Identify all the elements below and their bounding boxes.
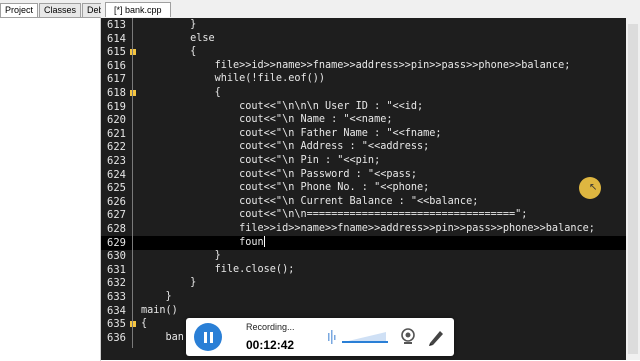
- code-line[interactable]: 613 }: [101, 18, 626, 32]
- code-line[interactable]: 627 cout<<"\n\n=========================…: [101, 208, 626, 222]
- tab-classes[interactable]: Classes: [39, 3, 82, 17]
- screen-recorder-widget: Recording... 00:12:42: [186, 318, 454, 356]
- line-number: 628: [107, 223, 126, 235]
- line-number: 634: [107, 304, 126, 317]
- code-line[interactable]: 615 {: [101, 45, 626, 59]
- line-number: 617: [107, 73, 126, 86]
- line-number: 613: [107, 19, 126, 31]
- code-line[interactable]: 619 cout<<"\n\n\n User ID : "<<id;: [101, 100, 626, 114]
- text-caret: [263, 235, 265, 247]
- line-number: 633: [107, 291, 126, 303]
- code-text: }: [141, 291, 172, 302]
- code-text: file.close();: [141, 263, 295, 275]
- code-line[interactable]: 622 cout<<"\n Address : "<<address;: [101, 140, 626, 154]
- code-line[interactable]: 614 else: [101, 32, 626, 46]
- line-number: 635: [107, 318, 126, 331]
- code-text: ban: [141, 331, 184, 343]
- recording-status: Recording...: [246, 322, 295, 332]
- line-number: 622: [107, 141, 126, 154]
- line-number: 616: [107, 59, 126, 72]
- fold-marker-icon[interactable]: [130, 90, 136, 96]
- code-text: file>>id>>name>>fname>>address>>pin>>pas…: [141, 223, 595, 234]
- code-text: cout<<"\n Name : "<<name;: [141, 114, 393, 126]
- line-number: 614: [107, 32, 126, 45]
- code-line[interactable]: 631 file.close();: [101, 263, 626, 277]
- line-number: 615: [107, 46, 126, 59]
- code-line[interactable]: 630 }: [101, 249, 626, 263]
- code-text: cout<<"\n Phone No. : "<<phone;: [141, 182, 430, 194]
- code-line[interactable]: 626 cout<<"\n Current Balance : "<<balan…: [101, 195, 626, 209]
- code-text: cout<<"\n\n=============================…: [141, 209, 528, 221]
- code-text: }: [141, 19, 197, 30]
- code-text: {: [141, 318, 148, 330]
- line-number: 627: [107, 209, 126, 222]
- line-number: 632: [107, 277, 126, 290]
- line-number: 630: [107, 250, 126, 263]
- scrollbar-thumb[interactable]: [628, 24, 638, 354]
- code-line[interactable]: 625 cout<<"\n Phone No. : "<<phone;: [101, 181, 626, 195]
- fold-marker-icon[interactable]: [130, 321, 136, 328]
- line-number: 620: [107, 114, 126, 127]
- code-line[interactable]: 629 foun: [101, 235, 626, 250]
- project-tree: [0, 17, 101, 361]
- code-text: }: [141, 250, 221, 262]
- fold-guide: [132, 18, 133, 348]
- code-text: {: [141, 87, 221, 98]
- code-line[interactable]: 633 }: [101, 290, 626, 304]
- code-line[interactable]: 617 while(!file.eof()): [101, 72, 626, 86]
- code-text: cout<<"\n\n\n User ID : "<<id;: [141, 100, 424, 112]
- code-text: cout<<"\n Password : "<<pass;: [141, 168, 418, 180]
- pause-icon: [203, 331, 207, 343]
- code-line[interactable]: 621 cout<<"\n Father Name : "<<fname;: [101, 127, 626, 141]
- draw-pen-icon[interactable]: [427, 327, 445, 347]
- vertical-scrollbar[interactable]: [626, 18, 640, 360]
- code-text: while(!file.eof()): [141, 73, 326, 85]
- code-line[interactable]: 618 {: [101, 86, 626, 100]
- line-number: 619: [107, 100, 126, 113]
- line-number: 626: [107, 195, 126, 208]
- code-text: else: [141, 32, 215, 44]
- code-text: foun: [141, 235, 265, 248]
- tab-bank-cpp[interactable]: [*] bank.cpp: [105, 2, 171, 17]
- code-text: main(): [141, 304, 178, 316]
- line-number: 629: [107, 236, 126, 249]
- code-line[interactable]: 616 file>>id>>name>>fname>>address>>pin>…: [101, 59, 626, 73]
- code-text: cout<<"\n Current Balance : "<<balance;: [141, 195, 479, 207]
- line-number: 621: [107, 127, 126, 140]
- pause-icon-bar: [209, 331, 213, 343]
- line-number: 636: [107, 331, 126, 344]
- code-line[interactable]: 624 cout<<"\n Password : "<<pass;: [101, 168, 626, 182]
- microphone-icon[interactable]: [327, 327, 337, 347]
- code-text: cout<<"\n Address : "<<address;: [141, 141, 430, 153]
- code-text: cout<<"\n Father Name : "<<fname;: [141, 127, 442, 139]
- recording-time: 00:12:42: [246, 338, 295, 352]
- line-number: 631: [107, 263, 126, 276]
- line-number: 618: [107, 87, 126, 99]
- code-text: file>>id>>name>>fname>>address>>pin>>pas…: [141, 59, 571, 71]
- fold-marker-icon[interactable]: [130, 49, 136, 56]
- webcam-icon[interactable]: [400, 327, 416, 347]
- code-line[interactable]: 620 cout<<"\n Name : "<<name;: [101, 113, 626, 127]
- code-line[interactable]: 623 cout<<"\n Pin : "<<pin;: [101, 154, 626, 168]
- code-text: {: [141, 46, 197, 58]
- code-line[interactable]: 628 file>>id>>name>>fname>>address>>pin>…: [101, 222, 626, 236]
- mouse-pointer-icon: ↖: [589, 182, 598, 193]
- line-number: 624: [107, 168, 126, 181]
- editor-tabbar: [*] bank.cpp: [101, 0, 640, 18]
- code-line[interactable]: 634 main(): [101, 304, 626, 318]
- code-text: }: [141, 277, 197, 289]
- code-line[interactable]: 632 }: [101, 276, 626, 290]
- line-number: 625: [107, 182, 126, 195]
- project-panel: Project Classes Debug: [0, 0, 119, 361]
- tab-project[interactable]: Project: [0, 3, 39, 17]
- code-editor[interactable]: 613 } 614 else 615 {616 file>>id>>name>>fn…: [101, 18, 626, 360]
- pause-button[interactable]: [194, 323, 222, 351]
- line-number: 623: [107, 155, 126, 167]
- volume-meter-icon[interactable]: [342, 329, 388, 345]
- code-text: cout<<"\n Pin : "<<pin;: [141, 155, 381, 166]
